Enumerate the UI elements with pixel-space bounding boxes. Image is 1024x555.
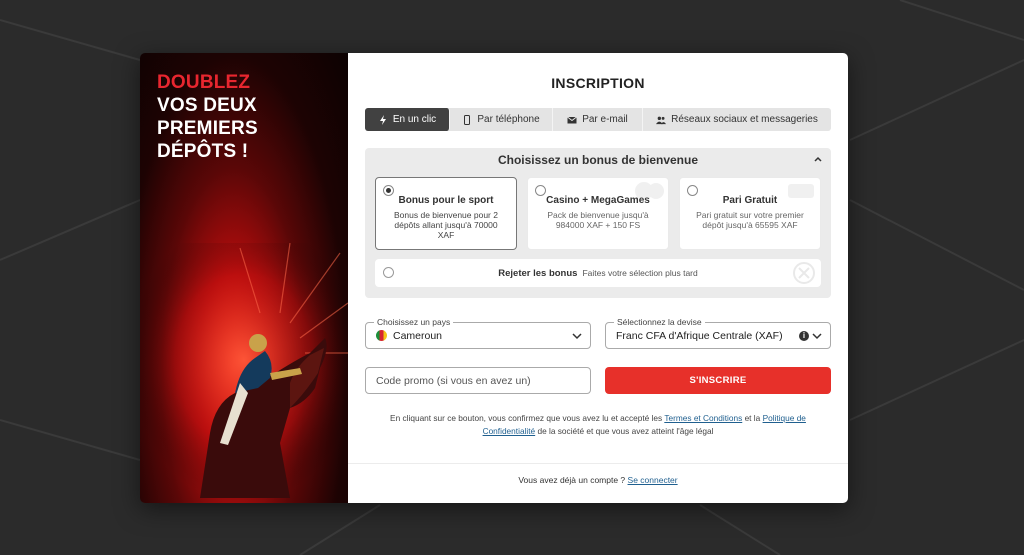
bonus-desc: Pari gratuit sur votre premier dépôt jus… [696, 210, 804, 230]
casino-chips-icon [635, 182, 664, 200]
envelope-icon [567, 116, 578, 123]
register-button[interactable]: S'INSCRIRE [605, 367, 831, 394]
tab-label: Par téléphone [477, 114, 540, 125]
radio-unselected[interactable] [383, 267, 394, 278]
users-icon [656, 116, 667, 124]
registration-form: INSCRIPTION En un clic Par téléphone Par… [348, 53, 848, 503]
registration-method-tabs: En un clic Par téléphone Par e-mail Rése… [365, 108, 831, 131]
country-value: Cameroun [393, 329, 443, 342]
promo-line-3: PREMIERS [157, 118, 258, 139]
info-icon[interactable]: i [799, 331, 809, 341]
legal-text-1: En cliquant sur ce bouton, vous confirme… [390, 413, 663, 423]
reject-bonus-option[interactable]: Rejeter les bonus Faites votre sélection… [375, 259, 821, 287]
promo-line-1: DOUBLEZ [157, 72, 251, 93]
bonus-desc: Bonus de bienvenue pour 2 dépôts allant … [394, 210, 498, 240]
tab-email[interactable]: Par e-mail [553, 108, 643, 131]
promo-line-4: DÉPÔTS ! [157, 141, 249, 162]
form-title: INSCRIPTION [551, 75, 645, 91]
promo-line-2: VOS DEUX [157, 95, 257, 116]
phone-icon [464, 114, 471, 125]
tab-social[interactable]: Réseaux sociaux et messageries [643, 108, 831, 131]
currency-label: Sélectionnez la devise [614, 316, 705, 328]
tab-label: Par e-mail [582, 114, 628, 125]
login-link[interactable]: Se connecter [628, 475, 678, 485]
ticket-icon [788, 184, 814, 198]
tab-phone[interactable]: Par téléphone [450, 108, 553, 131]
login-prompt-text: Vous avez déjà un compte ? [518, 475, 626, 485]
bonus-option-casino[interactable]: Casino + MegaGames Pack de bienvenue jus… [527, 177, 669, 250]
radio-selected[interactable] [383, 185, 394, 196]
promo-code-input[interactable] [365, 367, 591, 394]
lightning-icon [379, 114, 386, 125]
legal-text-2: et la [744, 413, 761, 423]
radio-unselected[interactable] [687, 185, 698, 196]
bonus-option-free-bet[interactable]: Pari Gratuit Pari gratuit sur votre prem… [679, 177, 821, 250]
cameroon-flag-icon [376, 330, 387, 341]
bonus-heading: Choisissez un bonus de bienvenue [497, 153, 699, 167]
cross-icon [793, 262, 815, 284]
currency-value: Franc CFA d'Afrique Centrale (XAF) [616, 329, 783, 342]
reject-bonus-label: Rejeter les bonus [498, 267, 578, 279]
terms-link[interactable]: Termes et Conditions [664, 413, 742, 423]
legal-text-3: de la société et que vous avez atteint l… [537, 426, 714, 436]
tab-one-click[interactable]: En un clic [365, 108, 450, 131]
tab-label: En un clic [392, 114, 437, 125]
bonus-title: Bonus pour le sport [398, 195, 494, 206]
welcome-bonus-panel: Choisissez un bonus de bienvenue Bonus p… [365, 148, 831, 298]
country-select[interactable]: Choisissez un pays Cameroun [365, 316, 591, 349]
legal-notice: En cliquant sur ce bouton, vous confirme… [384, 412, 812, 438]
tab-label: Réseaux sociaux et messageries [671, 114, 818, 125]
jockey-horse-illustration [140, 243, 348, 503]
currency-select[interactable]: Sélectionnez la devise Franc CFA d'Afriq… [605, 316, 831, 349]
country-label: Choisissez un pays [374, 316, 454, 328]
chevron-down-icon [572, 333, 582, 340]
chevron-down-icon [812, 333, 822, 340]
login-prompt: Vous avez déjà un compte ? Se connecter [348, 475, 848, 485]
bonus-option-sport[interactable]: Bonus pour le sport Bonus de bienvenue p… [375, 177, 517, 250]
reject-bonus-hint: Faites votre sélection plus tard [582, 268, 698, 278]
radio-unselected[interactable] [535, 185, 546, 196]
registration-modal: DOUBLEZ VOS DEUX PREMIERS DÉPÔTS ! INSCR… [140, 53, 848, 503]
bonus-desc: Pack de bienvenue jusqu'à 984000 XAF + 1… [547, 210, 649, 230]
promo-banner: DOUBLEZ VOS DEUX PREMIERS DÉPÔTS ! [140, 53, 348, 503]
chevron-up-icon[interactable] [813, 154, 823, 164]
promo-headline: DOUBLEZ VOS DEUX PREMIERS DÉPÔTS ! [157, 71, 258, 163]
divider [348, 463, 848, 464]
